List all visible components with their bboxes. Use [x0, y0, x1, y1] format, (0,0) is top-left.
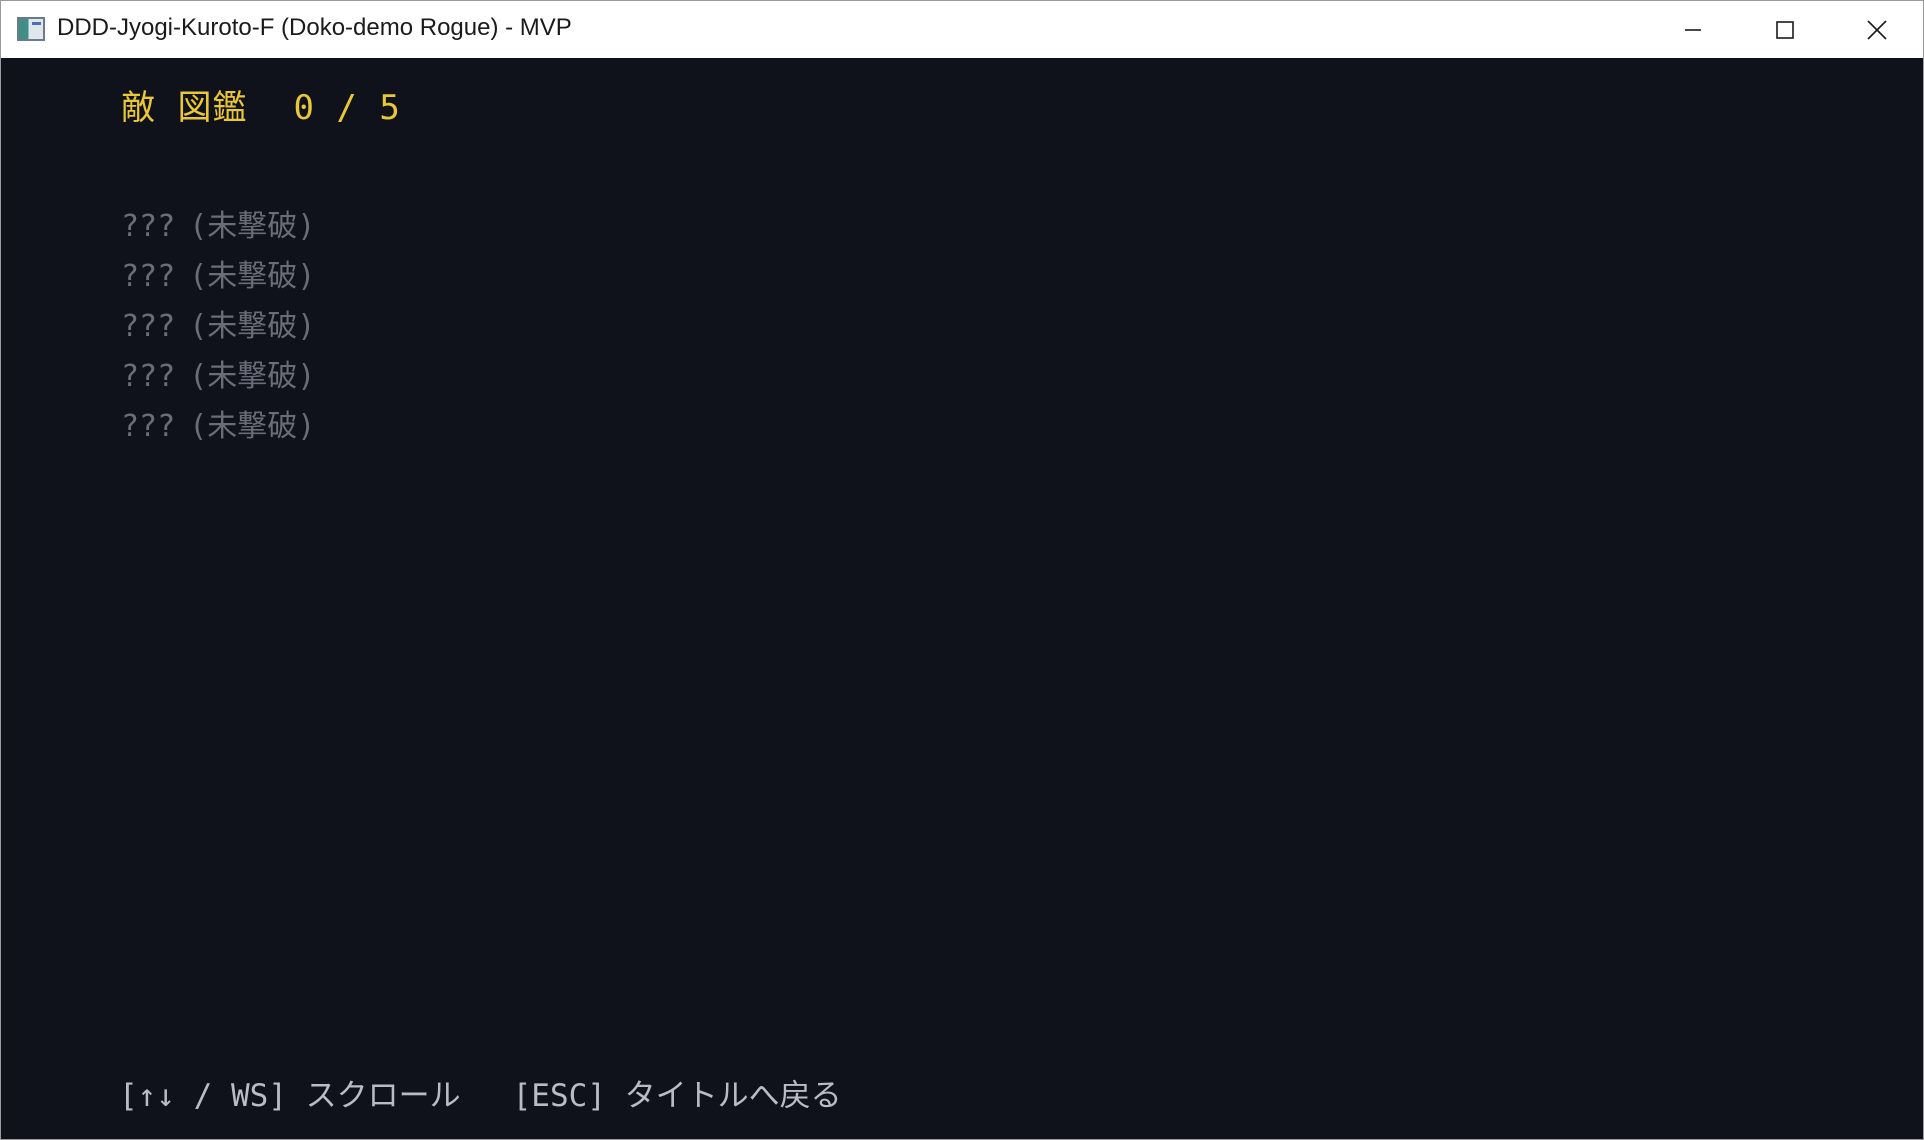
entry-name: ???: [121, 359, 176, 394]
game-screen[interactable]: 敵 図鑑 0 / 5 ??? (未撃破) ??? (未撃破) ??? (未撃破) ???…: [1, 58, 1923, 1139]
entry-name: ???: [121, 409, 176, 444]
close-icon: [1867, 19, 1887, 40]
bestiary-entry: ??? (未撃破): [121, 202, 315, 252]
bestiary-entry: ??? (未撃破): [121, 402, 315, 452]
entry-status: (未撃破): [189, 309, 316, 344]
bestiary-list: ??? (未撃破) ??? (未撃破) ??? (未撃破) ??? (未撃破) ??? (…: [121, 202, 315, 452]
bestiary-entry: ??? (未撃破): [121, 302, 315, 352]
entry-name: ???: [121, 309, 176, 344]
entry-name: ???: [121, 209, 176, 244]
minimize-button[interactable]: [1647, 1, 1739, 58]
title-bar[interactable]: DDD-Jyogi-Kuroto-F (Doko-demo Rogue) - M…: [1, 1, 1923, 58]
entry-status: (未撃破): [189, 359, 316, 394]
entry-status: (未撃破): [189, 209, 316, 244]
close-button[interactable]: [1831, 1, 1923, 58]
controls-hint: [↑↓ / WS] スクロール [ESC] タイトルへ戻る: [119, 1070, 842, 1115]
bestiary-count: 0 / 5: [293, 88, 401, 128]
window-title: DDD-Jyogi-Kuroto-F (Doko-demo Rogue) - M…: [57, 14, 572, 41]
minimize-icon: [1685, 28, 1701, 31]
scroll-hint: [↑↓ / WS] スクロール: [119, 1078, 461, 1114]
app-window: DDD-Jyogi-Kuroto-F (Doko-demo Rogue) - M…: [0, 0, 1924, 1140]
entry-name: ???: [121, 259, 176, 294]
back-to-title-hint: [ESC] タイトルへ戻る: [512, 1078, 842, 1114]
entry-status: (未撃破): [189, 409, 316, 444]
maximize-icon: [1776, 20, 1794, 39]
maximize-button[interactable]: [1739, 1, 1831, 58]
bestiary-entry: ??? (未撃破): [121, 352, 315, 402]
app-icon: [17, 17, 45, 41]
bestiary-title: 敵 図鑑: [121, 88, 248, 128]
entry-status: (未撃破): [189, 259, 316, 294]
bestiary-entry: ??? (未撃破): [121, 252, 315, 302]
bestiary-header: 敵 図鑑 0 / 5: [121, 80, 401, 129]
